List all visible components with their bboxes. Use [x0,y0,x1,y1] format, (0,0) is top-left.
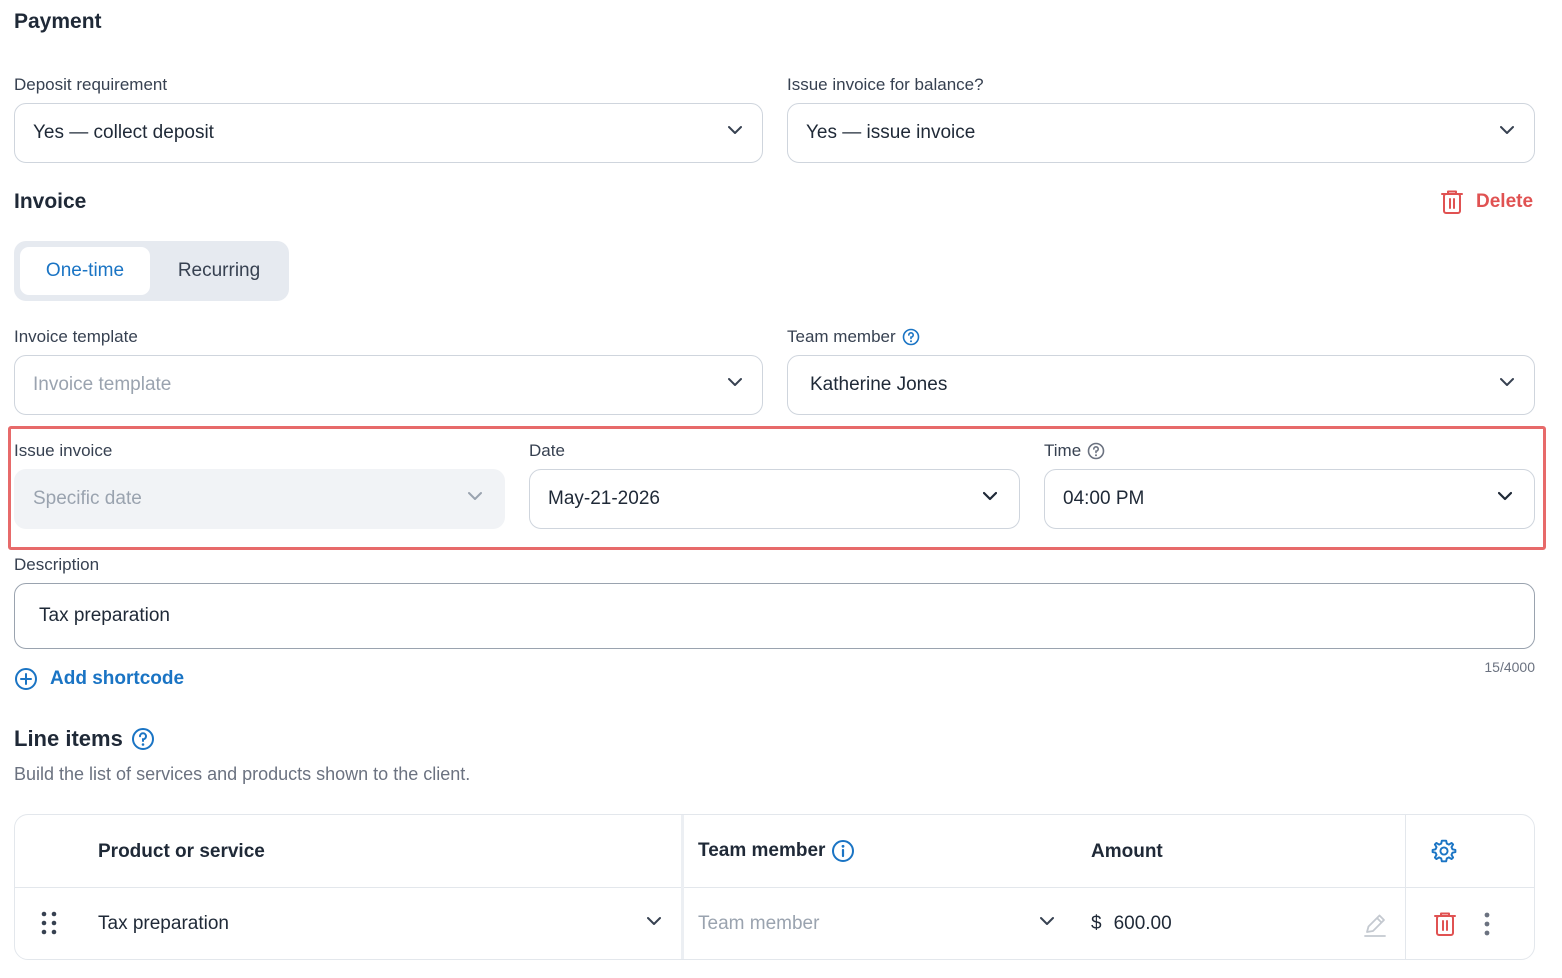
team-member-label-group: Team member [787,327,920,347]
chevron-down-icon [1040,917,1054,925]
issue-invoice-label: Issue invoice [14,441,113,460]
trash-icon [1441,190,1463,214]
invoice-section-title: Invoice [14,190,87,213]
time-select[interactable]: 04:00 PM [1044,469,1535,529]
amount-input[interactable]: $ 600.00 [1091,898,1391,950]
chevron-down-icon [728,378,742,386]
issue-balance-select[interactable]: Yes — issue invoice [787,103,1535,163]
add-shortcode-button[interactable]: Add shortcode [14,667,184,691]
date-value: May-21-2026 [548,488,660,509]
currency-symbol: $ [1091,913,1102,934]
chevron-down-icon [983,491,997,501]
chevron-down-icon [468,492,482,500]
deposit-requirement-label: Deposit requirement [14,75,168,94]
chevron-down-icon [728,126,742,134]
description-char-counter: 15/4000 [1484,659,1535,675]
line-items-title: Line items [14,726,123,751]
trash-icon[interactable] [1433,911,1457,937]
help-circle-icon[interactable] [1087,442,1105,460]
team-member-value: Katherine Jones [810,374,948,395]
invoice-template-placeholder: Invoice template [33,374,172,395]
column-header-amount: Amount [1091,841,1163,862]
chevron-down-icon [1500,378,1514,386]
product-select[interactable]: Tax preparation [81,898,671,950]
invoice-type-toggle: One-time Recurring [14,241,289,301]
pencil-icon[interactable] [1362,912,1388,938]
invoice-template-label: Invoice template [14,327,138,346]
tab-one-time[interactable]: One-time [20,247,150,295]
table-row: Tax preparation Team member $ 600.00 [15,888,1534,959]
team-member-select[interactable]: Katherine Jones [787,355,1535,415]
plus-circle-icon [15,668,37,690]
info-icon[interactable] [831,839,855,863]
help-circle-icon[interactable] [131,727,155,751]
invoice-template-select[interactable]: Invoice template [14,355,763,415]
description-input[interactable]: Tax preparation [14,583,1535,649]
time-label: Time [1044,441,1082,460]
column-header-team-member-group: Team member [698,839,855,863]
deposit-requirement-select[interactable]: Yes — collect deposit [14,103,763,163]
team-member-row-select[interactable]: Team member [698,898,1068,950]
issue-invoice-select: Specific date [14,469,505,529]
description-label: Description [14,555,100,574]
tab-recurring[interactable]: Recurring [154,247,284,295]
time-value: 04:00 PM [1063,488,1145,509]
column-header-product: Product or service [98,841,265,862]
payment-section-title: Payment [14,10,102,33]
line-items-table: Product or service Team member Amount Ta… [14,814,1535,960]
team-member-row-placeholder: Team member [698,913,820,934]
column-header-team-member: Team member [698,840,826,861]
chevron-down-icon [1500,126,1514,134]
chevron-down-icon [1498,491,1512,501]
chevron-down-icon [647,917,661,925]
gear-icon[interactable] [1431,838,1457,864]
drag-handle-icon[interactable] [39,910,59,936]
team-member-label: Team member [787,327,896,346]
date-select[interactable]: May-21-2026 [529,469,1020,529]
deposit-requirement-value: Yes — collect deposit [33,122,214,143]
delete-invoice-button[interactable]: Delete [1440,189,1533,215]
line-items-title-group: Line items [14,726,155,752]
issue-balance-value: Yes — issue invoice [806,122,976,143]
line-items-subtitle: Build the list of services and products … [14,764,471,784]
delete-label: Delete [1476,191,1534,212]
issue-invoice-value: Specific date [33,488,142,509]
issue-balance-label: Issue invoice for balance? [787,75,984,94]
help-circle-icon[interactable] [902,328,920,346]
more-vertical-icon[interactable] [1482,911,1492,937]
time-label-group: Time [1044,441,1105,461]
product-value: Tax preparation [98,913,229,934]
date-label: Date [529,441,565,460]
amount-value: 600.00 [1113,913,1172,934]
add-shortcode-label: Add shortcode [50,668,185,689]
